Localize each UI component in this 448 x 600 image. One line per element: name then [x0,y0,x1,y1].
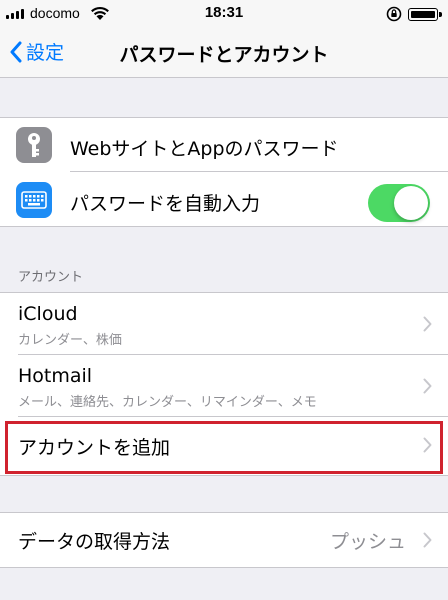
fetch-group: データの取得方法 プッシュ [0,512,448,568]
page-title: パスワードとアカウント [119,44,329,66]
account-detail: メール、連絡先、カレンダー、リマインダー、メモ [18,395,317,410]
key-icon [16,127,52,163]
status-bar: docomo 18:31 [0,0,448,30]
fetch-new-data-value: プッシュ [329,531,406,553]
rotation-lock-icon [386,6,402,22]
fetch-new-data-label: データの取得方法 [18,531,171,553]
highlight-frame [5,421,443,474]
fetch-new-data-row[interactable]: データの取得方法 プッシュ [0,513,448,567]
website-app-passwords-row[interactable]: WebサイトとAppのパスワード [0,118,448,172]
status-time: 18:31 [204,4,244,21]
accounts-section-header: アカウント [18,270,84,285]
account-row-hotmail[interactable]: Hotmail メール、連絡先、カレンダー、リマインダー、メモ [0,355,448,417]
password-autofill-label: パスワードを自動入力 [70,193,261,215]
navigation-bar: 設定 パスワードとアカウント [0,30,448,78]
battery-icon [408,8,442,21]
chevron-right-icon [423,532,432,548]
account-name: iCloud [18,303,78,325]
account-detail: カレンダー、株価 [18,333,122,348]
toggle-knob [394,186,428,220]
password-autofill-row: パスワードを自動入力 [0,172,448,228]
account-row-icloud[interactable]: iCloud カレンダー、株価 [0,293,448,355]
passwords-group: WebサイトとAppのパスワード パスワードを自動入力 [0,117,448,227]
website-app-passwords-label: WebサイトとAppのパスワード [70,138,339,160]
chevron-right-icon [423,316,432,332]
password-autofill-toggle[interactable] [368,184,430,222]
keyboard-icon [16,182,52,218]
account-name: Hotmail [18,365,93,387]
chevron-right-icon [423,378,432,394]
